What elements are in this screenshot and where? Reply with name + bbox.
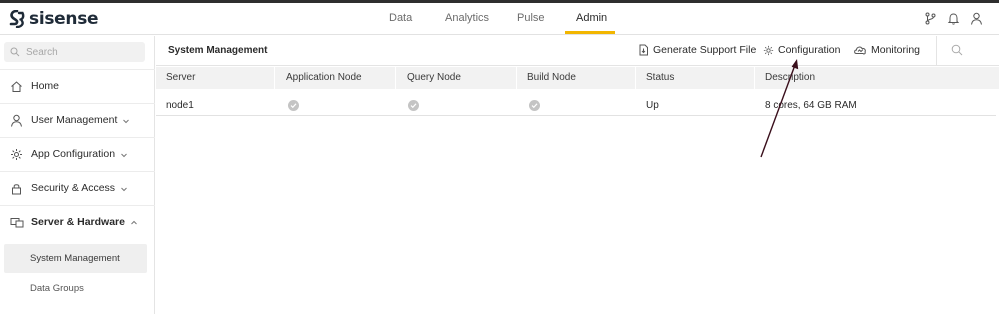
home-icon bbox=[10, 80, 23, 93]
sidebar-item-security-access[interactable]: Security & Access bbox=[0, 171, 155, 204]
sidebar-item-user-management[interactable]: User Management bbox=[0, 103, 155, 136]
user-icon[interactable] bbox=[970, 12, 983, 25]
column-divider bbox=[395, 67, 396, 89]
nav-analytics[interactable]: Analytics bbox=[445, 12, 489, 24]
column-header-description[interactable]: Description bbox=[765, 72, 815, 83]
top-icons bbox=[924, 12, 983, 25]
lock-icon bbox=[10, 182, 23, 195]
brand-name: sisense bbox=[29, 9, 99, 29]
sisense-logo[interactable]: sisense bbox=[8, 9, 99, 29]
check-icon bbox=[529, 100, 540, 111]
top-bar: sisense Data Analytics Pulse Admin bbox=[0, 3, 999, 35]
server-icon bbox=[10, 216, 24, 229]
cell-server: node1 bbox=[166, 100, 194, 111]
chevron-down-icon bbox=[120, 184, 128, 192]
check-icon bbox=[408, 100, 419, 111]
gear-icon bbox=[763, 45, 774, 55]
toolbar: System Management Generate Support File … bbox=[156, 36, 999, 66]
monitoring-icon bbox=[854, 46, 866, 55]
sidebar-subitem-system-management[interactable]: System Management bbox=[4, 244, 147, 273]
sidebar-search[interactable] bbox=[4, 42, 145, 62]
column-header-server[interactable]: Server bbox=[166, 72, 195, 83]
sidebar-item-label: Home bbox=[31, 80, 60, 92]
sidebar-item-label: Server & Hardware bbox=[31, 216, 125, 228]
column-divider bbox=[635, 67, 636, 89]
nav-data[interactable]: Data bbox=[389, 12, 412, 24]
sidebar-item-label: App Configuration bbox=[31, 148, 116, 160]
column-header-query-node[interactable]: Query Node bbox=[407, 72, 461, 83]
page-title: System Management bbox=[168, 45, 268, 56]
generate-support-file-button[interactable]: Generate Support File bbox=[638, 44, 756, 56]
table-row[interactable]: node1 Up 8 cores, 64 GB RAM bbox=[156, 94, 996, 116]
sidebar-item-home[interactable]: Home bbox=[0, 69, 155, 102]
column-divider bbox=[754, 67, 755, 89]
git-branch-icon[interactable] bbox=[924, 12, 937, 25]
file-download-icon bbox=[639, 44, 648, 56]
column-header-application-node[interactable]: Application Node bbox=[286, 72, 362, 83]
chevron-down-icon bbox=[122, 116, 130, 124]
sisense-logo-icon bbox=[9, 10, 25, 28]
gear-icon bbox=[10, 148, 23, 161]
table-header: Server Application Node Query Node Build… bbox=[156, 67, 999, 89]
column-divider bbox=[516, 67, 517, 89]
sidebar: Home User Management App Configuration S… bbox=[0, 36, 155, 314]
search-input[interactable] bbox=[26, 46, 136, 58]
user-icon bbox=[10, 114, 23, 127]
monitoring-button[interactable]: Monitoring bbox=[853, 44, 920, 56]
cell-status: Up bbox=[646, 100, 659, 111]
configuration-label: Configuration bbox=[778, 44, 841, 56]
main-content: System Management Generate Support File … bbox=[156, 36, 999, 314]
nav-admin[interactable]: Admin bbox=[576, 12, 607, 24]
sidebar-item-label: User Management bbox=[31, 114, 118, 126]
chevron-up-icon bbox=[130, 218, 138, 226]
column-header-build-node[interactable]: Build Node bbox=[527, 72, 576, 83]
column-header-status[interactable]: Status bbox=[646, 72, 674, 83]
toolbar-divider bbox=[936, 36, 937, 66]
active-tab-indicator bbox=[565, 31, 615, 34]
sidebar-item-app-configuration[interactable]: App Configuration bbox=[0, 137, 155, 170]
chevron-down-icon bbox=[120, 150, 128, 158]
sidebar-item-label: Security & Access bbox=[31, 182, 116, 194]
sidebar-subitem-data-groups[interactable]: Data Groups bbox=[4, 274, 147, 303]
configuration-button[interactable]: Configuration bbox=[763, 44, 840, 56]
generate-support-file-label: Generate Support File bbox=[653, 44, 757, 56]
cell-description: 8 cores, 64 GB RAM bbox=[765, 100, 857, 111]
bell-icon[interactable] bbox=[947, 12, 960, 25]
nav-pulse[interactable]: Pulse bbox=[517, 12, 545, 24]
search-icon bbox=[10, 47, 20, 57]
search-icon[interactable] bbox=[951, 44, 963, 59]
column-divider bbox=[274, 67, 275, 89]
sidebar-item-server-hardware[interactable]: Server & Hardware bbox=[0, 205, 155, 238]
check-icon bbox=[288, 100, 299, 111]
monitoring-label: Monitoring bbox=[871, 44, 921, 56]
